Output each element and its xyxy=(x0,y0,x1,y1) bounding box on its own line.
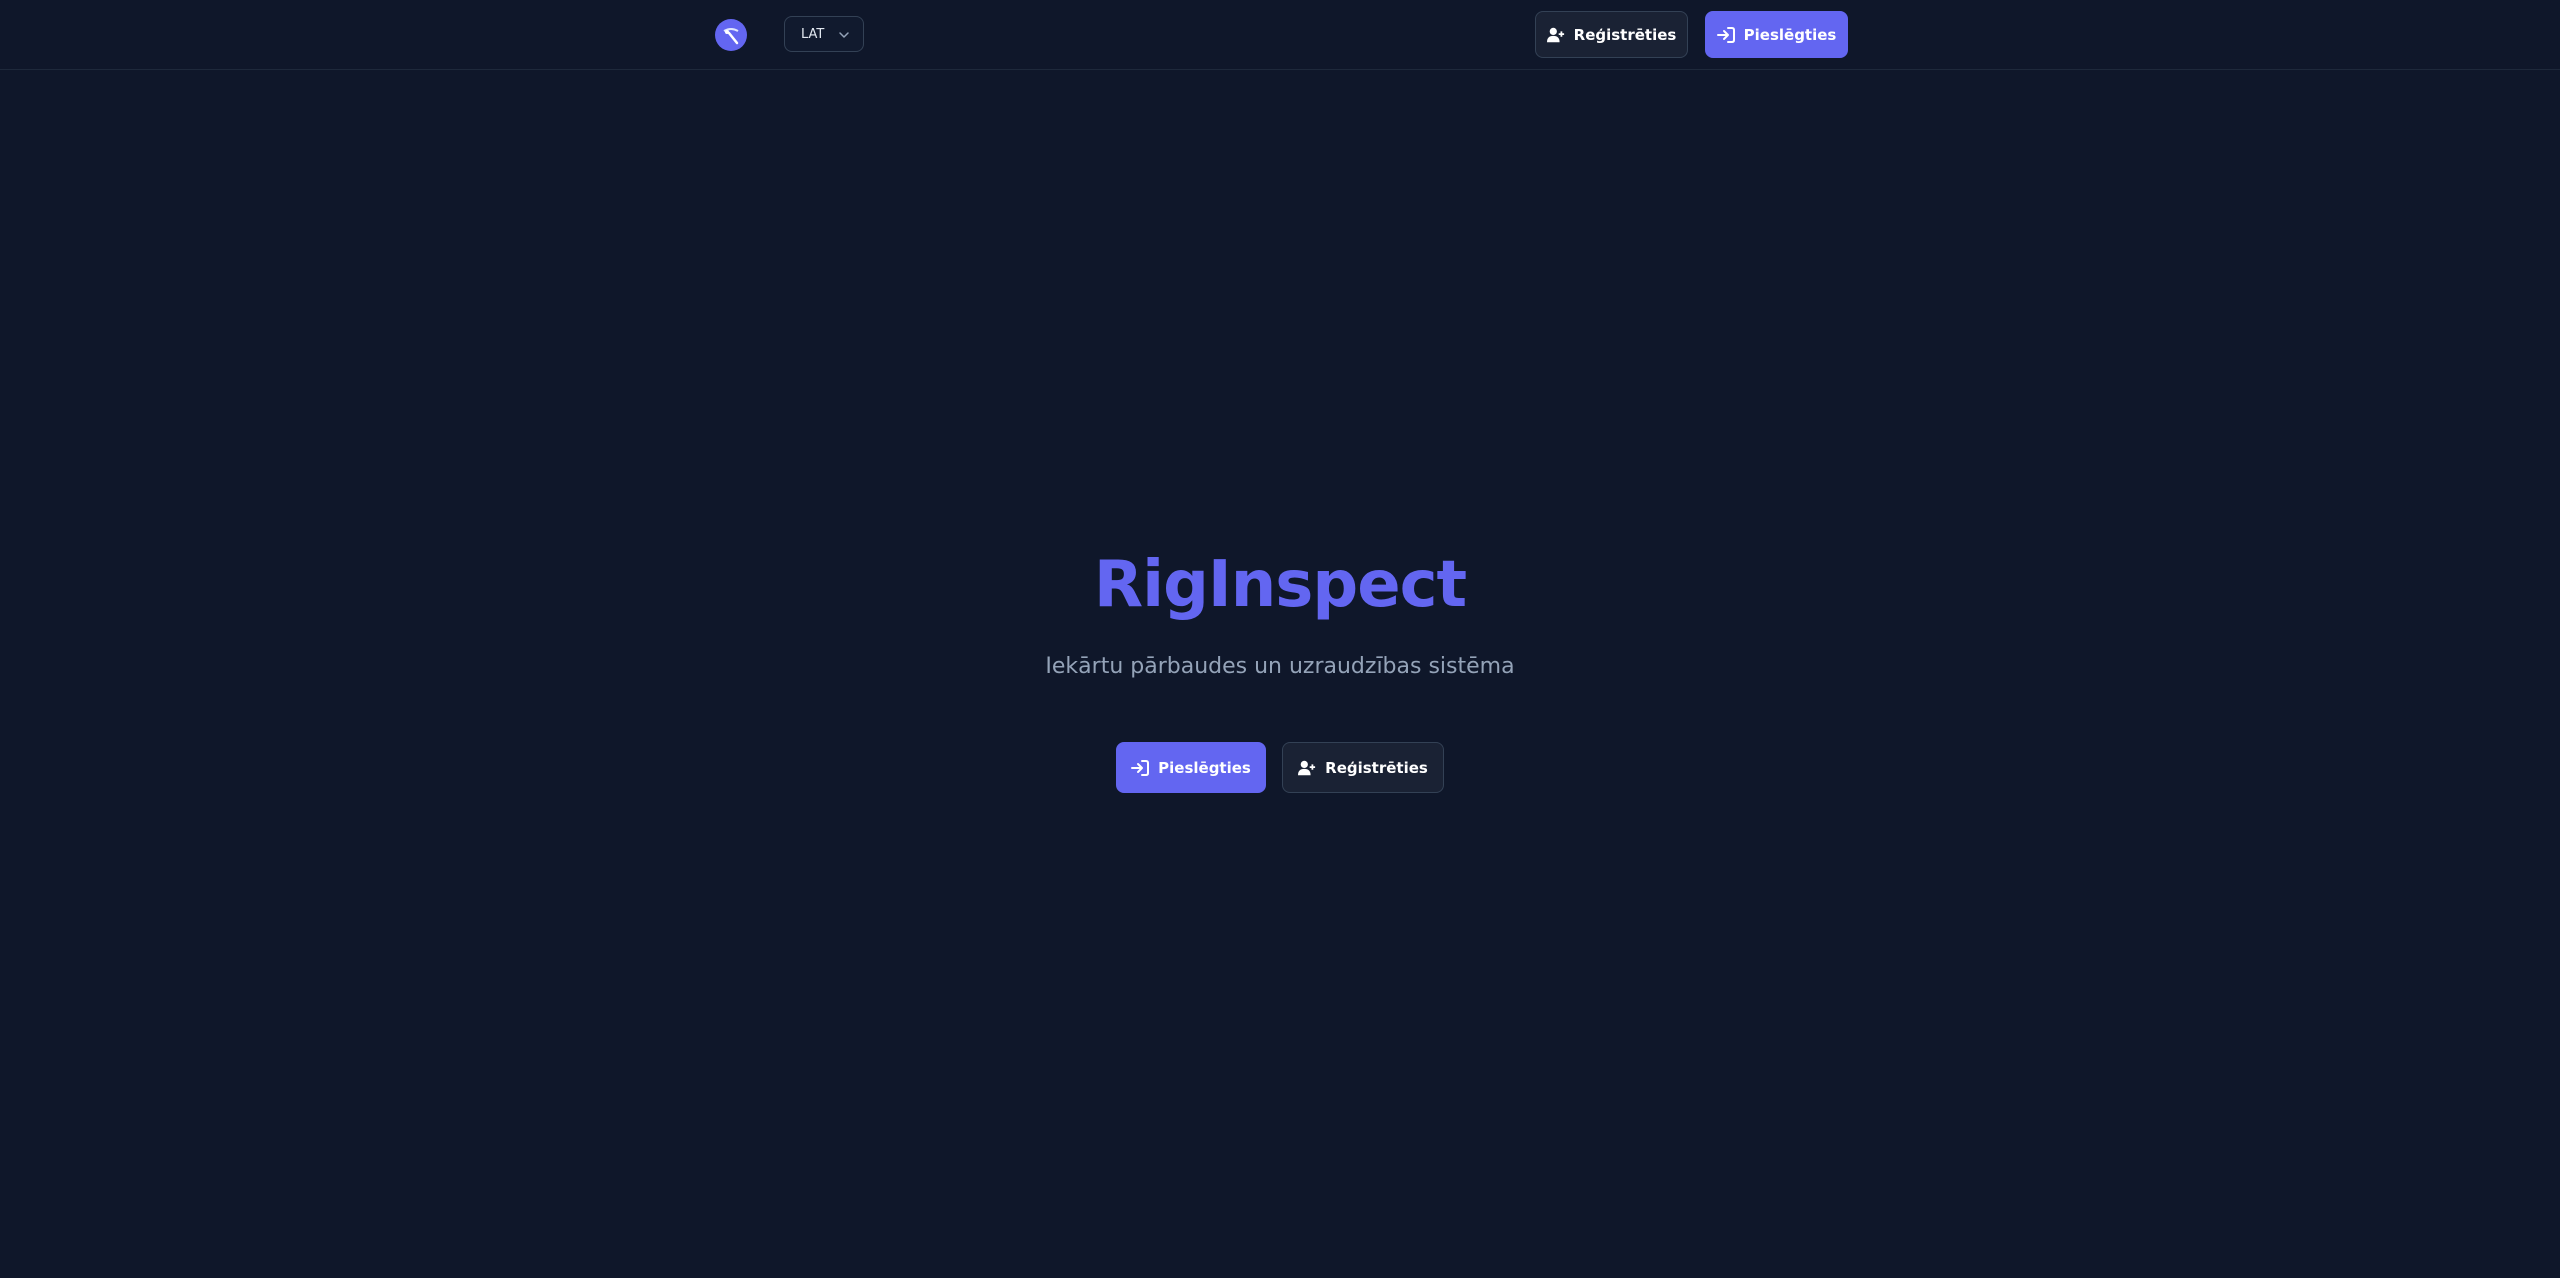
login-arrow-icon xyxy=(1131,759,1150,776)
user-plus-icon xyxy=(1298,760,1316,775)
app-logo-icon[interactable] xyxy=(715,19,747,51)
hero-register-label: Reģistrēties xyxy=(1325,758,1428,777)
login-arrow-icon xyxy=(1716,26,1735,43)
header-login-button[interactable]: Pieslēgties xyxy=(1705,11,1848,58)
chevron-down-icon xyxy=(839,32,849,38)
language-selected-value: LAT xyxy=(801,26,825,42)
user-plus-icon xyxy=(1546,27,1564,42)
top-navbar: LAT Reģistrēties Pieslēgties xyxy=(0,0,2560,70)
language-select[interactable]: LAT xyxy=(784,16,864,52)
header-login-label: Pieslēgties xyxy=(1743,25,1837,44)
hero-login-button[interactable]: Pieslēgties xyxy=(1116,742,1266,793)
header-register-label: Reģistrēties xyxy=(1573,25,1677,44)
header-register-button[interactable]: Reģistrēties xyxy=(1535,11,1688,58)
page-title: RigInspect xyxy=(1093,548,1467,622)
page-subtitle: Iekārtu pārbaudes un uzraudzības sistēma xyxy=(1045,654,1515,679)
hero-login-label: Pieslēgties xyxy=(1158,758,1251,777)
hero-register-button[interactable]: Reģistrēties xyxy=(1282,742,1444,793)
